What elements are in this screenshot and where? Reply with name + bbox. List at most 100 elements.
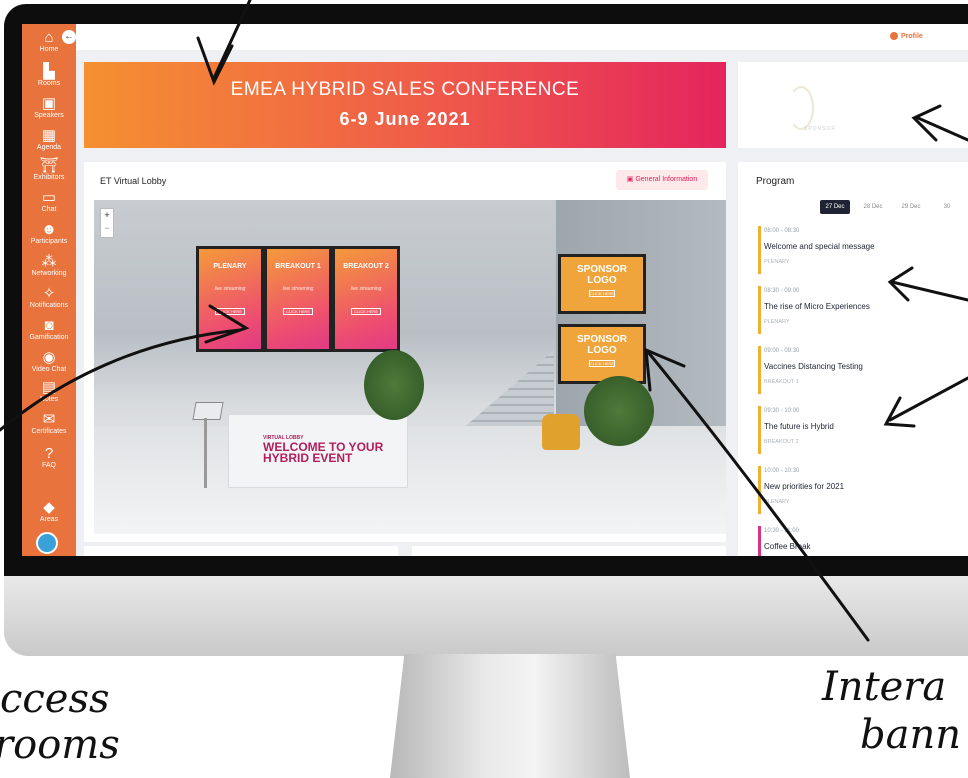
session-color-bar [758,466,761,514]
date-tab[interactable]: 28 Dec [858,200,888,214]
date-tab[interactable]: 29 Dec [896,200,926,214]
lobby-title: ET Virtual Lobby [100,176,167,186]
door-icon: ▙ [43,63,55,80]
program-session[interactable]: 10:30 - 11:00 Coffee Break [758,524,968,556]
date-tab[interactable]: 30 [934,200,960,214]
sidebar-item-faq[interactable]: ? FAQ [22,446,76,470]
program-session[interactable]: 08:00 - 08:30 Welcome and special message… [758,224,968,276]
bell-icon: ✧ [42,285,56,302]
speaker-icon: ▣ [41,95,57,112]
back-arrow-icon[interactable]: ← [62,30,76,44]
session-color-bar [758,226,761,274]
session-time: 09:30 - 10:00 [764,408,800,414]
sponsor-poster-button[interactable]: CLICK HERE [589,360,615,367]
sidebar-item-exhibitors[interactable]: ⛩ Exhibitors [22,158,76,182]
session-color-bar [758,406,761,454]
staircase [454,350,554,436]
sidebar-item-participants[interactable]: ☻ Participants [22,222,76,246]
program-session[interactable]: 10:00 - 10:30 New priorities for 2021 PLEN… [758,464,968,516]
bottom-card-right [412,546,726,556]
session-title: The future is Hybrid [764,422,834,431]
sidebar-item-label: Participants [30,238,68,245]
sponsor-poster-2[interactable]: SPONSOR LOGO CLICK HERE [558,324,646,384]
session-title: Coffee Break [764,542,811,551]
poster-click-button[interactable]: CLICK HERE [215,308,245,315]
sponsor-poster-heading: SPONSOR LOGO [576,334,627,356]
poster-subtitle: live streaming [214,286,246,292]
session-time: 08:30 - 09:00 [764,288,800,294]
zoom-in-button[interactable]: + [101,209,113,222]
session-room: PLENARY [764,259,790,265]
app-screen: ⌂ Home ▙ Rooms ▣ Speakers ▦ Agenda ⛩ Exhibitors ▭ C… [22,24,968,556]
armchair [542,414,580,450]
program-title: Program [756,176,795,187]
session-title: Welcome and special message [764,242,875,251]
sidebar-item-rooms[interactable]: ▙ Rooms [22,64,76,88]
sidebar-item-gamification[interactable]: ◙ Gamification [22,318,76,342]
poster-subtitle: live streaming [350,286,382,292]
poster-click-button[interactable]: CLICK HERE [351,308,381,315]
program-session[interactable]: 09:00 - 09:30 Vaccines Distancing Testing… [758,344,968,396]
poster-subtitle: live streaming [282,286,314,292]
sidebar-item-networking[interactable]: ⁂ Networking [22,254,76,278]
lobby-panel: ET Virtual Lobby ▣ General Information +… [84,162,726,542]
sponsor-poster-button[interactable]: CLICK HERE [589,290,615,297]
sidebar-item-label: Home [39,46,59,53]
sidebar-item-chat[interactable]: ▭ Chat [22,190,76,214]
session-title: New priorities for 2021 [764,482,845,491]
video-chat-icon: ◉ [42,349,56,366]
poster-click-button[interactable]: CLICK HERE [283,308,313,315]
room-poster-3[interactable]: BREAKOUT 2 live streaming CLICK HERE [332,246,400,352]
session-title: Vaccines Distancing Testing [764,362,863,371]
sidebar-item-certificates[interactable]: ✉ Certificates [22,412,76,436]
booth-icon: ⛩ [39,157,59,174]
caption-left-line1: ccess [0,676,110,722]
banner-dates: 6-9 June 2021 [339,109,471,129]
sidebar-item-speakers[interactable]: ▣ Speakers [22,96,76,120]
sidebar-item-label: Exhibitors [33,174,65,181]
people-icon: ☻ [41,221,57,238]
sponsor-poster-1[interactable]: SPONSOR LOGO CLICK HERE [558,254,646,314]
sidebar-item-label: Notifications [29,302,69,309]
sidebar-item-label: Notes [39,396,59,403]
zoom-out-button[interactable]: − [101,222,113,235]
room-poster-2[interactable]: BREAKOUT 1 live streaming CLICK HERE [264,246,332,352]
program-session[interactable]: 09:30 - 10:00 The future is Hybrid BREAKOU… [758,404,968,456]
banner-title: EMEA HYBRID SALES CONFERENCE [230,79,580,100]
sponsor-banner[interactable]: SPONSOR [738,62,968,148]
layers-icon: ◆ [43,499,55,516]
poster-heading: BREAKOUT 1 [275,263,321,270]
poster-heading: PLENARY [213,263,247,270]
profile-button[interactable]: Profile [890,32,923,40]
gamepad-icon: ◙ [44,317,54,334]
sidebar-item-areas[interactable]: ◆ Areas [22,500,76,524]
zoom-control: + − [100,208,114,238]
caption-right-line2: bann [860,712,961,758]
bottom-card-left [84,546,398,556]
date-tab[interactable]: 27 Dec [820,200,850,214]
virtual-lobby-scene[interactable]: + − PLENARY live streaming CLICK HERE BREAK… [94,200,726,534]
general-information-label: General Information [635,176,698,183]
sidebar-item-video-chat[interactable]: ◉ Video Chat [22,350,76,374]
session-room: BREAKOUT 2 [764,439,799,445]
sponsor-logo-mark-icon [788,86,814,130]
sidebar: ⌂ Home ▙ Rooms ▣ Speakers ▦ Agenda ⛩ Exhibitors ▭ C… [22,24,76,556]
kiosk-screen[interactable] [192,402,224,420]
avatar [890,32,898,40]
session-room: PLENARY [764,319,790,325]
sidebar-item-notes[interactable]: ▤ Notes [22,380,76,404]
room-poster-1[interactable]: PLENARY live streaming CLICK HERE [196,246,264,352]
question-icon: ? [44,445,54,462]
session-room: PLENARY [764,499,790,505]
caption-left-line2: rooms [0,722,120,768]
chat-icon: ▭ [41,189,57,206]
program-session[interactable]: 08:30 - 09:00 The rise of Micro Experienc… [758,284,968,336]
user-avatar[interactable] [36,532,58,554]
sidebar-item-notifications[interactable]: ✧ Notifications [22,286,76,310]
sidebar-item-agenda[interactable]: ▦ Agenda [22,128,76,152]
sidebar-item-label: Agenda [36,144,62,151]
session-color-bar [758,526,761,556]
profile-label: Profile [901,32,923,40]
general-information-button[interactable]: ▣ General Information [616,170,708,190]
kiosk-stand [204,418,207,488]
